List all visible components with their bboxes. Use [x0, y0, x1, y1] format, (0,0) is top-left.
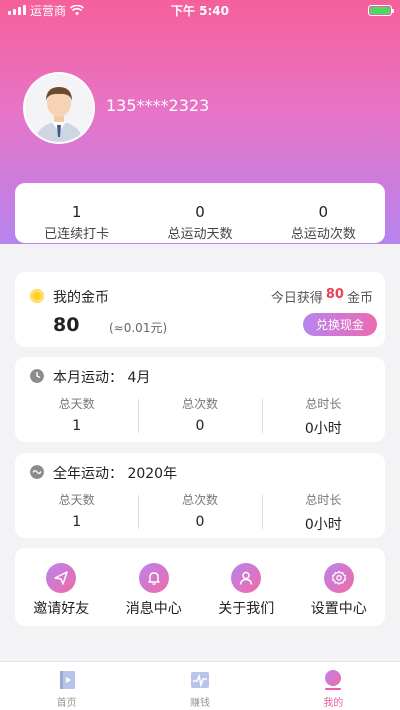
carrier-label: 运营商	[30, 3, 67, 18]
yearly-duration: 总时长 0小时	[261, 491, 385, 534]
coin-icon	[30, 289, 44, 303]
column-value: 0小时	[304, 421, 342, 437]
today-suffix: 金币	[346, 291, 373, 306]
user-icon	[231, 563, 262, 593]
today-earned: 今日获得 80 金币	[271, 287, 373, 306]
column-header: 总时长	[305, 493, 342, 507]
coin-balance: 80	[53, 314, 80, 336]
column-header: 总时长	[305, 397, 342, 411]
today-prefix: 今日获得	[270, 291, 323, 306]
stat-label: 总运动天数	[167, 227, 233, 242]
menu-label: 邀请好友	[33, 601, 90, 617]
user-portrait-icon	[25, 74, 93, 142]
menu-settings-center[interactable]: 设置中心	[293, 548, 386, 626]
column-value: 0小时	[304, 517, 342, 533]
column-value: 0	[195, 514, 205, 530]
coins-card: 我的金币 今日获得 80 金币 80 (≈0.01元) 兑换现金	[15, 272, 385, 347]
monthly-exercise-card: 本月运动： 4月 总天数 1 总次数 0 总时长 0小时	[15, 357, 385, 442]
tab-home[interactable]: 首页	[0, 662, 133, 710]
battery-icon	[368, 4, 394, 16]
exchange-cash-button[interactable]: 兑换现金	[303, 313, 377, 336]
monthly-days: 总天数 1	[15, 395, 138, 438]
monthly-count: 总次数 0	[138, 395, 261, 438]
pulse-icon	[190, 672, 209, 688]
menu-about-us[interactable]: 关于我们	[200, 548, 293, 626]
yearly-title: 全年运动： 2020年	[53, 466, 178, 482]
signal-icon	[8, 5, 26, 15]
menu-message-center[interactable]: 消息中心	[108, 548, 201, 626]
feature-menu: 邀请好友 消息中心 关于我们 设置中心	[15, 548, 385, 626]
tab-label: 我的	[323, 698, 344, 709]
bottom-tab-bar: 首页 赚钱 我的	[0, 661, 400, 710]
stat-total-days: 0 总运动天数	[138, 183, 261, 243]
stat-value: 0	[195, 203, 205, 221]
tab-earn[interactable]: 赚钱	[133, 662, 266, 710]
monthly-duration: 总时长 0小时	[261, 395, 385, 438]
column-value: 1	[72, 514, 82, 530]
column-header: 总天数	[58, 397, 95, 411]
stat-value: 1	[71, 203, 82, 221]
gear-icon	[323, 563, 354, 593]
yearly-days: 总天数 1	[15, 491, 138, 534]
stat-label: 总运动次数	[290, 227, 356, 242]
menu-label: 设置中心	[310, 601, 367, 617]
coin-cash-equivalent: (≈0.01元)	[109, 321, 168, 335]
clock-icon	[30, 369, 44, 383]
column-value: 1	[72, 418, 82, 434]
monthly-title: 本月运动： 4月	[53, 370, 151, 386]
column-header: 总次数	[181, 397, 218, 411]
yearly-exercise-card: 全年运动： 2020年 总天数 1 总次数 0 总时长 0小时	[15, 453, 385, 538]
column-value: 0	[195, 418, 205, 434]
status-bar: 运营商 下午 5:40	[0, 0, 400, 20]
menu-label: 关于我们	[218, 601, 275, 617]
today-value: 80	[325, 287, 344, 302]
bell-icon	[138, 563, 169, 593]
tab-label: 赚钱	[189, 698, 210, 709]
column-header: 总次数	[181, 493, 218, 507]
column-header: 总天数	[58, 493, 95, 507]
stat-value: 0	[318, 203, 329, 221]
status-time: 下午 5:40	[170, 3, 230, 18]
menu-invite-friends[interactable]: 邀请好友	[15, 548, 108, 626]
tab-mine[interactable]: 我的	[267, 662, 400, 710]
profile-icon	[325, 670, 342, 690]
book-icon	[59, 671, 75, 689]
paper-plane-icon	[46, 563, 77, 593]
yearly-count: 总次数 0	[138, 491, 261, 534]
wave-icon	[30, 465, 44, 479]
avatar[interactable]	[23, 72, 95, 144]
coins-title: 我的金币	[53, 290, 109, 306]
tab-label: 首页	[56, 698, 77, 709]
stat-label: 已连续打卡	[44, 227, 110, 242]
summary-stats-card: 1 已连续打卡 0 总运动天数 0 总运动次数	[15, 183, 385, 243]
menu-label: 消息中心	[125, 601, 182, 617]
phone-number: 135****2323	[106, 96, 210, 115]
stat-total-sessions: 0 总运动次数	[262, 183, 385, 243]
wifi-icon	[70, 4, 85, 15]
stat-checkin-streak: 1 已连续打卡	[15, 183, 138, 243]
